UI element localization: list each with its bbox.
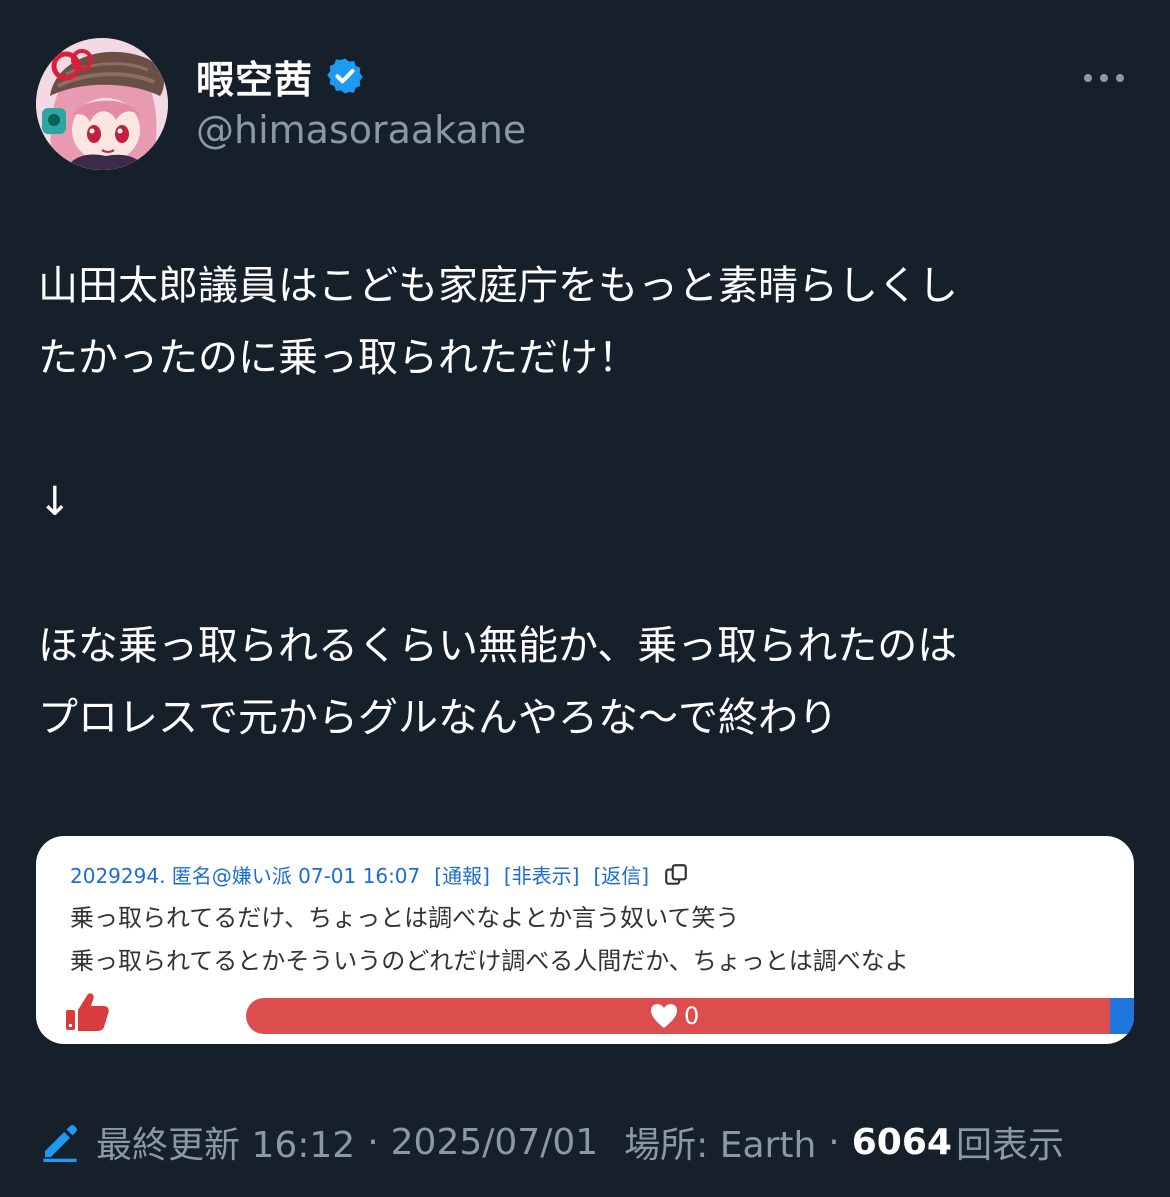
like-button[interactable] [64, 990, 110, 1032]
separator-dot: · [367, 1121, 379, 1163]
reply-link[interactable]: [返信] [593, 860, 649, 889]
views-label: 回表示 [955, 1125, 1064, 1166]
last-updated: 最終更新 16:12 [96, 1125, 356, 1166]
name-row: 暇空茜 [196, 50, 365, 102]
display-name[interactable]: 暇空茜 [196, 49, 313, 104]
thumbs-up-icon [66, 993, 109, 1031]
post-body-line: 乗っ取られてるとかそういうのどれだけ調べる人間だか、ちょっとは調べなよ [70, 947, 909, 975]
tweet-arrow: ↓ [38, 479, 72, 525]
embedded-post-image[interactable]: 2029294. 匿名@嫌い派 07-01 16:07 [通報] [非表示] [… [36, 836, 1134, 1044]
tweet-footer: 最終更新 16:12 · 2025/07/01 場所: Earth · 6064… [40, 1116, 1064, 1168]
tweet-line: プロレスで元からグルなんやろな〜で終わり [38, 695, 838, 741]
heart-counter[interactable]: 0 [650, 1002, 699, 1030]
separator-dot: · [828, 1121, 840, 1163]
avatar[interactable] [36, 38, 168, 170]
post-body-line: 乗っ取られてるだけ、ちょっとは調べなよとか言う奴いて笑う [70, 904, 740, 932]
views-count[interactable]: 6064 [852, 1122, 952, 1163]
edit-pencil-icon[interactable] [40, 1122, 80, 1162]
more-dots-icon [1084, 74, 1124, 82]
report-link[interactable]: [通報] [434, 860, 490, 889]
vote-bar-blue-segment [1110, 998, 1134, 1034]
hide-link[interactable]: [非表示] [504, 860, 580, 889]
tweet-line: たかったのに乗っ取られただけ！ [38, 335, 638, 381]
tweet-line: 山田太郎議員はこども家庭庁をもっと素晴らしくし [38, 263, 958, 309]
tweet-header: 暇空茜 @himasoraakane [36, 38, 1134, 178]
location: 場所: Earth [624, 1125, 817, 1166]
verified-badge-icon [327, 58, 363, 94]
copy-icon[interactable] [663, 862, 689, 888]
user-handle[interactable]: @himasoraakane [196, 108, 526, 152]
post-date[interactable]: 2025/07/01 [391, 1122, 599, 1163]
post-meta: 2029294. 匿名@嫌い派 07-01 16:07 [通報] [非表示] [… [70, 860, 689, 889]
post-meta-text: 2029294. 匿名@嫌い派 07-01 16:07 [70, 864, 421, 888]
tweet-line: ほな乗っ取られるくらい無能か、乗っ取られたのは [38, 623, 958, 669]
heart-icon [651, 1004, 677, 1028]
more-options-button[interactable] [1080, 68, 1128, 88]
anime-character-avatar [36, 38, 168, 170]
vote-bar[interactable]: 0 [246, 998, 1134, 1034]
tweet-text: 山田太郎議員はこども家庭庁をもっと素晴らしくし たかったのに乗っ取られただけ！ … [38, 250, 1138, 754]
heart-count: 0 [684, 1002, 700, 1030]
